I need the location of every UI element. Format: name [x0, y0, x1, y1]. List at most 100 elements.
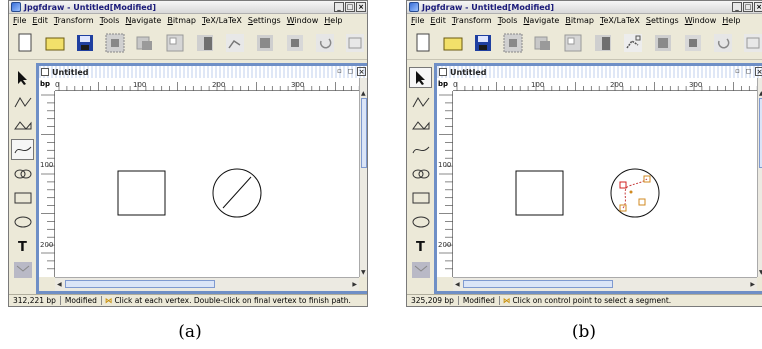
menu-tools[interactable]: Tools	[498, 16, 518, 25]
undo-icon[interactable]	[711, 31, 735, 55]
square-icon[interactable]	[283, 31, 307, 55]
close-icon[interactable]: ×	[356, 2, 366, 12]
move-forward-icon[interactable]	[531, 31, 555, 55]
open-folder-icon[interactable]	[43, 31, 67, 55]
app-icon	[409, 2, 419, 12]
undo-icon[interactable]	[313, 31, 337, 55]
open-folder-icon[interactable]	[441, 31, 465, 55]
menu-edit[interactable]: Edit	[32, 16, 48, 25]
vertical-scrollbar[interactable]: ▲ ▼	[359, 78, 367, 277]
menu-navigate[interactable]: Navigate	[523, 16, 559, 25]
menu-settings[interactable]: Settings	[646, 16, 679, 25]
menu-file[interactable]: File	[411, 16, 424, 25]
status-modified: Modified	[459, 296, 500, 305]
frame-icon[interactable]	[651, 31, 675, 55]
menu-tex[interactable]: TeX/LaTeX	[600, 16, 640, 25]
close-doc-icon[interactable]: ×	[357, 67, 366, 76]
ellipse-icon[interactable]	[11, 211, 34, 232]
horizontal-scrollbar[interactable]: ◀ ▶	[453, 277, 757, 291]
minimize-icon[interactable]: _	[334, 2, 344, 12]
math-icon[interactable]	[409, 259, 432, 280]
rectangle-icon[interactable]	[11, 187, 34, 208]
scroll-left-icon[interactable]: ◀	[57, 281, 62, 288]
open-line-icon[interactable]	[11, 91, 34, 112]
status-bar: 312,221 bp Modified ⋈ Click at each verte…	[9, 294, 367, 306]
edit-path-icon[interactable]	[621, 31, 645, 55]
svg-text:T: T	[416, 240, 425, 254]
menu-help[interactable]: Help	[722, 16, 740, 25]
menu-file[interactable]: File	[13, 16, 26, 25]
horizontal-scrollbar[interactable]: ◀ ▶	[55, 277, 359, 291]
scroll-left-icon[interactable]: ◀	[455, 281, 460, 288]
rectangle-icon[interactable]	[409, 187, 432, 208]
new-file-icon[interactable]	[13, 31, 37, 55]
maximize-icon[interactable]: □	[345, 2, 355, 12]
image-icon[interactable]	[193, 31, 217, 55]
move-forward-icon[interactable]	[133, 31, 157, 55]
menu-transform[interactable]: Transform	[452, 16, 492, 25]
loop-icon[interactable]	[11, 163, 34, 184]
iconify-icon[interactable]: ▫	[335, 67, 344, 76]
frame-icon[interactable]	[253, 31, 277, 55]
vertical-scrollbar[interactable]: ▲ ▼	[757, 78, 762, 277]
save-disk-icon[interactable]	[471, 31, 495, 55]
save-disk-icon[interactable]	[73, 31, 97, 55]
document-title: Untitled	[450, 67, 487, 77]
math-icon[interactable]	[11, 259, 34, 280]
select-arrow-icon[interactable]	[409, 67, 432, 88]
box-icon[interactable]	[741, 31, 762, 55]
menu-help[interactable]: Help	[324, 16, 342, 25]
zoom-selection-icon[interactable]	[103, 31, 127, 55]
move-back-icon[interactable]	[561, 31, 585, 55]
maximize-doc-icon[interactable]: ◻	[346, 67, 355, 76]
box-icon[interactable]	[343, 31, 367, 55]
scroll-down-icon[interactable]: ▼	[361, 269, 366, 276]
maximize-icon[interactable]: □	[743, 2, 753, 12]
closed-line-icon[interactable]	[409, 115, 432, 136]
hint-icon: ⋈	[104, 296, 113, 305]
scroll-up-icon[interactable]: ▲	[361, 90, 366, 97]
menu-tools[interactable]: Tools	[100, 16, 120, 25]
maximize-doc-icon[interactable]: ◻	[744, 67, 753, 76]
menu-edit[interactable]: Edit	[430, 16, 446, 25]
zoom-selection-icon[interactable]	[501, 31, 525, 55]
menu-window[interactable]: Window	[685, 16, 717, 25]
minimize-icon[interactable]: _	[732, 2, 742, 12]
scroll-right-icon[interactable]: ▶	[352, 281, 357, 288]
close-icon[interactable]: ×	[754, 2, 762, 12]
drawing-canvas[interactable]	[453, 91, 757, 277]
loop-icon[interactable]	[409, 163, 432, 184]
image-icon[interactable]	[591, 31, 615, 55]
menu-navigate[interactable]: Navigate	[125, 16, 161, 25]
menu-settings[interactable]: Settings	[248, 16, 281, 25]
status-coordinates: 312,221 bp	[9, 296, 61, 305]
text-icon[interactable]: T	[409, 235, 432, 256]
curve-icon[interactable]	[409, 139, 432, 160]
close-doc-icon[interactable]: ×	[755, 67, 762, 76]
iconify-icon[interactable]: ▫	[733, 67, 742, 76]
new-file-icon[interactable]	[411, 31, 435, 55]
scroll-right-icon[interactable]: ▶	[750, 281, 755, 288]
menu-bitmap[interactable]: Bitmap	[167, 16, 196, 25]
select-arrow-icon[interactable]	[11, 67, 34, 88]
drawing-canvas[interactable]	[55, 91, 359, 277]
menu-transform[interactable]: Transform	[54, 16, 94, 25]
menu-bitmap[interactable]: Bitmap	[565, 16, 594, 25]
horizontal-ruler: 0 100 200 300	[453, 78, 758, 93]
horizontal-scroll-thumb[interactable]	[65, 280, 215, 288]
move-back-icon[interactable]	[163, 31, 187, 55]
edit-path-icon[interactable]	[223, 31, 247, 55]
open-line-icon[interactable]	[409, 91, 432, 112]
menu-window[interactable]: Window	[287, 16, 319, 25]
ellipse-icon[interactable]	[409, 211, 432, 232]
closed-line-icon[interactable]	[11, 115, 34, 136]
status-modified: Modified	[61, 296, 102, 305]
text-icon[interactable]: T	[11, 235, 34, 256]
square-icon[interactable]	[681, 31, 705, 55]
ruler-unit: bp	[437, 78, 453, 91]
caption-a: (a)	[178, 322, 202, 342]
menu-tex[interactable]: TeX/LaTeX	[202, 16, 242, 25]
curve-icon[interactable]	[11, 139, 34, 160]
horizontal-scroll-thumb[interactable]	[463, 280, 613, 288]
vertical-scroll-thumb[interactable]	[361, 98, 367, 168]
